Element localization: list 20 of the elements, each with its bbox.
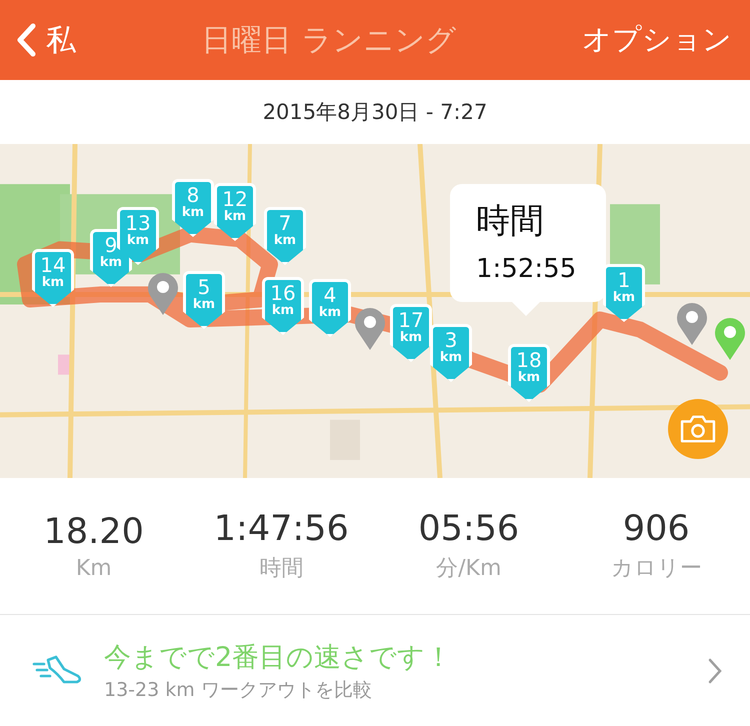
camera-icon xyxy=(679,414,717,444)
back-icon xyxy=(16,23,36,57)
stat-unit: カロリー xyxy=(610,555,702,583)
workout-date: 2015年8月30日 - 7:27 xyxy=(262,99,488,126)
stat-unit: 分/Km xyxy=(436,555,502,583)
callout-value: 1:52:55 xyxy=(476,254,578,284)
stat-value: 18.20 xyxy=(44,512,144,552)
stat-value: 1:47:56 xyxy=(214,509,349,549)
stat-value: 05:56 xyxy=(418,509,520,549)
stat-unit: 時間 xyxy=(259,555,304,583)
screen-title: 日曜日 ランニング xyxy=(202,22,456,60)
stat-value: 906 xyxy=(622,509,690,549)
comparison-row[interactable]: 今までで2番目の速さです！ 13-23 km ワークアウトを比較 xyxy=(0,615,750,726)
stat-unit: Km xyxy=(76,556,112,580)
comparison-subtitle: 13-23 km ワークアウトを比較 xyxy=(104,678,373,702)
callout-label: 時間 xyxy=(476,200,545,243)
comparison-title: 今までで2番目の速さです！ xyxy=(104,640,454,674)
back-button[interactable]: 私 xyxy=(16,20,76,60)
options-button[interactable]: オプション xyxy=(582,20,732,60)
chevron-icon xyxy=(708,658,722,684)
